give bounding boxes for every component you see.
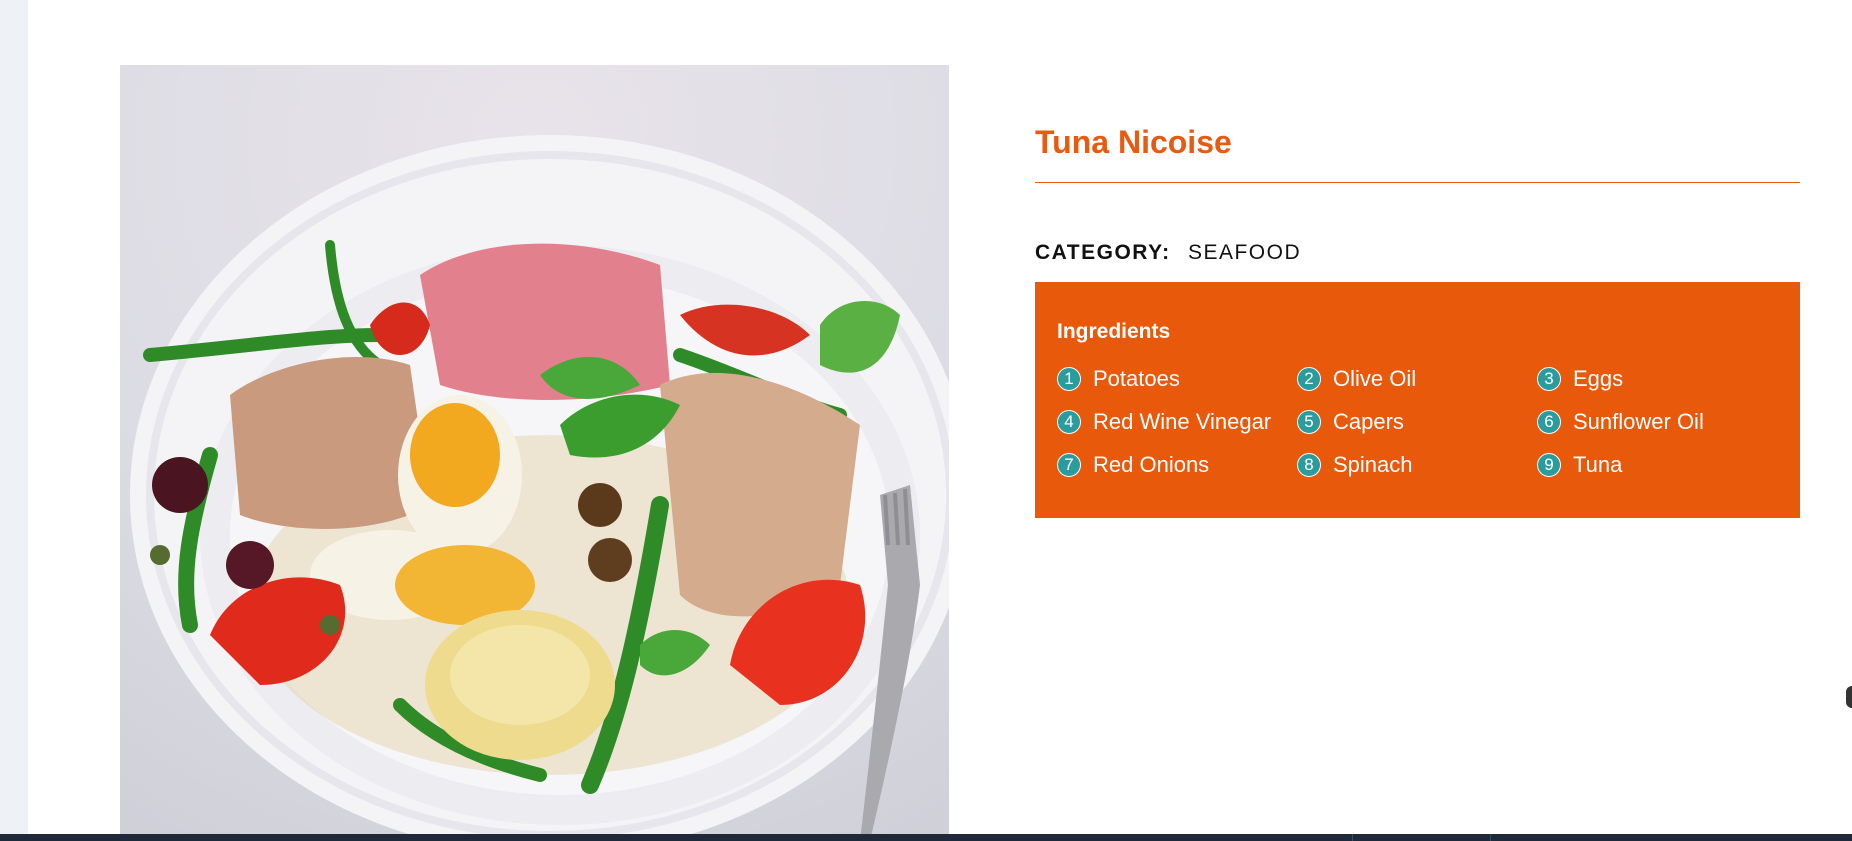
ingredient-number-badge: 1 (1057, 366, 1081, 391)
ingredient-number-badge: 7 (1057, 452, 1081, 477)
ingredient-name: Potatoes (1093, 365, 1180, 391)
page-card: Tuna Nicoise CATEGORY: SEAFOOD Ingredien… (28, 0, 1852, 841)
ingredient-number-badge: 6 (1537, 409, 1561, 434)
ingredient-name: Spinach (1333, 451, 1413, 477)
category-value: SEAFOOD (1187, 241, 1302, 264)
ingredient-number-badge: 2 (1297, 366, 1321, 391)
category-row: CATEGORY: SEAFOOD (1035, 241, 1301, 265)
ingredient-name: Red Onions (1093, 451, 1210, 477)
ingredient-name: Eggs (1573, 365, 1624, 391)
dish-photo (120, 65, 949, 841)
ingredient-number-badge: 8 (1297, 452, 1321, 477)
ingredient-number-badge: 5 (1297, 409, 1321, 434)
ingredient-number-badge: 4 (1057, 409, 1081, 434)
ingredients-panel: Ingredients 1 Potatoes 2 Olive Oil 3 Egg… (1035, 282, 1800, 518)
category-label: CATEGORY: (1035, 241, 1171, 264)
ingredient-name: Capers (1333, 408, 1404, 434)
ingredient-number-badge: 9 (1537, 452, 1561, 477)
taskbar-divider (1490, 834, 1491, 841)
ingredient-item: 6 Sunflower Oil (1537, 407, 1777, 436)
ingredient-item: 7 Red Onions (1057, 450, 1297, 479)
ingredient-name: Tuna (1573, 451, 1623, 477)
ingredient-name: Red Wine Vinegar (1093, 408, 1272, 434)
ingredient-name: Sunflower Oil (1573, 408, 1704, 434)
ingredients-list: 1 Potatoes 2 Olive Oil 3 Eggs 4 Red Wine… (1057, 364, 1778, 479)
recipe-title: Tuna Nicoise (1035, 124, 1232, 160)
ingredient-item: 5 Capers (1297, 407, 1537, 436)
ingredient-item: 8 Spinach (1297, 450, 1537, 479)
ingredients-heading: Ingredients (1057, 320, 1171, 343)
title-divider (1035, 182, 1800, 183)
ingredient-name: Olive Oil (1333, 365, 1417, 391)
ingredient-item: 3 Eggs (1537, 364, 1777, 393)
scroll-handle[interactable] (1846, 686, 1852, 708)
ingredient-item: 2 Olive Oil (1297, 364, 1537, 393)
ingredient-item: 4 Red Wine Vinegar (1057, 407, 1297, 436)
ingredient-number-badge: 3 (1537, 366, 1561, 391)
taskbar-strip (0, 834, 1852, 841)
ingredient-item: 9 Tuna (1537, 450, 1777, 479)
ingredient-item: 1 Potatoes (1057, 364, 1297, 393)
taskbar-divider (1352, 834, 1353, 841)
